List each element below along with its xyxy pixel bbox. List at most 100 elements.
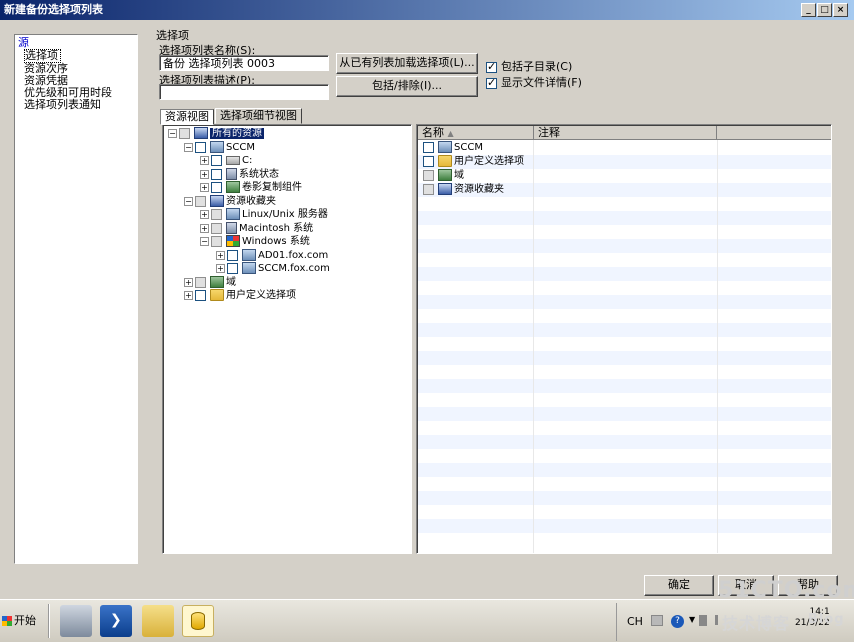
tree-node[interactable]: − Windows 系统 xyxy=(200,235,310,248)
list-row-empty xyxy=(418,267,831,281)
tree-node[interactable]: + AD01.fox.com xyxy=(216,249,328,262)
tree-node[interactable]: − 所有的资源 xyxy=(168,127,264,140)
expand-icon[interactable]: + xyxy=(216,250,225,260)
include-subdirs-option[interactable]: 包括子目录(C) xyxy=(486,58,572,74)
tree-checkbox[interactable] xyxy=(211,181,222,193)
expand-icon[interactable]: + xyxy=(200,223,209,233)
list-row-empty xyxy=(418,505,831,519)
nav-root-source[interactable]: 源 xyxy=(18,37,134,49)
tree-node[interactable]: + 卷影复制组件 xyxy=(200,181,302,194)
tree-checkbox[interactable] xyxy=(179,127,190,139)
expand-icon[interactable]: + xyxy=(216,263,225,273)
include-exclude-button[interactable]: 包括/排除(I)... xyxy=(336,76,478,97)
dialog-body: 源 选择项 资源次序 资源凭据 优先级和可用时段 选择项列表通知 选择项 选择项… xyxy=(2,22,852,597)
column-name-header[interactable]: 名称 ▲ xyxy=(418,126,534,140)
list-item[interactable]: 用户定义选择项 xyxy=(418,155,831,169)
load-from-list-button[interactable]: 从已有列表加载选择项(L)... xyxy=(336,53,478,74)
tree-node[interactable]: + 用户定义选择项 xyxy=(184,289,296,302)
tab-detail-view[interactable]: 选择项细节视图 xyxy=(215,108,302,124)
expand-icon[interactable]: + xyxy=(184,290,193,300)
input-language[interactable]: CH xyxy=(627,615,643,628)
list-checkbox[interactable] xyxy=(423,169,434,181)
list-checkbox[interactable] xyxy=(423,155,434,167)
tree-checkbox[interactable] xyxy=(195,195,206,207)
maximize-button[interactable]: □ xyxy=(817,3,832,17)
powershell-icon[interactable]: ❯ xyxy=(100,605,132,637)
tree-checkbox[interactable] xyxy=(211,208,222,220)
list-row-empty xyxy=(418,351,831,365)
folder-icon xyxy=(438,155,452,167)
tree-checkbox[interactable] xyxy=(227,262,238,274)
list-row-empty xyxy=(418,449,831,463)
collapse-icon[interactable]: − xyxy=(184,196,193,206)
nav-item-notifications[interactable]: 选择项列表通知 xyxy=(18,99,134,111)
list-name-input[interactable]: 备份 选择项列表 0003 xyxy=(159,55,329,71)
selection-list: 名称 ▲ 注释 SCCM 用户定义选择项 域 资源收藏夹 xyxy=(416,124,832,554)
tree-node[interactable]: + C: xyxy=(200,154,252,167)
ok-button[interactable]: 确定 xyxy=(644,575,714,596)
tree-checkbox[interactable] xyxy=(211,222,222,234)
tree-node[interactable]: + SCCM.fox.com xyxy=(216,262,330,275)
expand-icon[interactable]: + xyxy=(200,155,209,165)
expand-icon[interactable]: + xyxy=(184,277,193,287)
expand-icon[interactable]: + xyxy=(200,182,209,192)
list-desc-input[interactable] xyxy=(159,84,329,100)
collapse-icon[interactable]: − xyxy=(168,128,177,138)
backup-app-icon[interactable] xyxy=(182,605,214,637)
include-subdirs-checkbox[interactable] xyxy=(486,60,497,73)
nav-item-selections[interactable]: 选择项 xyxy=(24,49,61,63)
column-comment-header[interactable]: 注释 xyxy=(534,126,717,140)
tree-node[interactable]: + 系统状态 xyxy=(200,168,279,181)
network-icon[interactable] xyxy=(699,615,707,626)
tree-checkbox[interactable] xyxy=(211,235,222,247)
list-item[interactable]: 资源收藏夹 xyxy=(418,183,831,197)
collapse-icon[interactable]: − xyxy=(200,236,209,246)
list-row-empty xyxy=(418,197,831,211)
explorer-icon[interactable] xyxy=(142,605,174,637)
keyboard-icon[interactable] xyxy=(651,615,663,626)
close-button[interactable]: × xyxy=(833,3,848,17)
tree-label: 资源收藏夹 xyxy=(226,196,276,207)
tree-checkbox[interactable] xyxy=(211,168,222,180)
tab-resource-view[interactable]: 资源视图 xyxy=(160,109,214,125)
tree-label: C: xyxy=(242,155,253,166)
tree-checkbox[interactable] xyxy=(227,249,238,261)
tree-node[interactable]: − SCCM xyxy=(184,141,255,154)
list-checkbox[interactable] xyxy=(423,141,434,153)
list-checkbox[interactable] xyxy=(423,183,434,195)
expand-icon[interactable]: + xyxy=(200,169,209,179)
minimize-button[interactable]: _ xyxy=(801,3,816,17)
tree-label: SCCM xyxy=(226,142,255,153)
tree-label: AD01.fox.com xyxy=(258,250,329,261)
show-details-option[interactable]: 显示文件详情(F) xyxy=(486,74,582,90)
taskbar-separator xyxy=(48,604,50,638)
list-item[interactable]: 域 xyxy=(418,169,831,183)
tree-label: 用户定义选择项 xyxy=(226,290,296,301)
view-tabs: 资源视图 选择项细节视图 xyxy=(160,108,303,125)
tree-label: 系统状态 xyxy=(239,169,279,180)
list-row-empty xyxy=(418,533,831,547)
win-icon xyxy=(226,235,240,247)
tree-node[interactable]: + 域 xyxy=(184,276,236,289)
server-icon xyxy=(226,222,237,234)
tree-checkbox[interactable] xyxy=(195,141,206,153)
tree-checkbox[interactable] xyxy=(195,276,206,288)
server-manager-icon[interactable] xyxy=(60,605,92,637)
chevron-down-icon[interactable]: ▼ xyxy=(689,615,695,624)
net-icon xyxy=(210,276,224,288)
show-details-checkbox[interactable] xyxy=(486,76,497,89)
tree-checkbox[interactable] xyxy=(211,154,222,166)
list-item[interactable]: SCCM xyxy=(418,141,831,155)
help-icon[interactable]: ? xyxy=(671,615,684,628)
watermark-sub: 技术博客 xyxy=(722,614,791,633)
drive-icon xyxy=(226,155,240,165)
expand-icon[interactable]: + xyxy=(200,209,209,219)
collapse-icon[interactable]: − xyxy=(184,142,193,152)
nav-panel: 源 选择项 资源次序 资源凭据 优先级和可用时段 选择项列表通知 xyxy=(14,34,138,564)
tree-node[interactable]: + Macintosh 系统 xyxy=(200,222,313,235)
tree-node[interactable]: − 资源收藏夹 xyxy=(184,195,276,208)
tree-checkbox[interactable] xyxy=(195,289,206,301)
tree-node[interactable]: + Linux/Unix 服务器 xyxy=(200,208,328,221)
start-button[interactable]: 开始 xyxy=(2,610,42,632)
watermark-blog: Blog xyxy=(808,612,845,627)
